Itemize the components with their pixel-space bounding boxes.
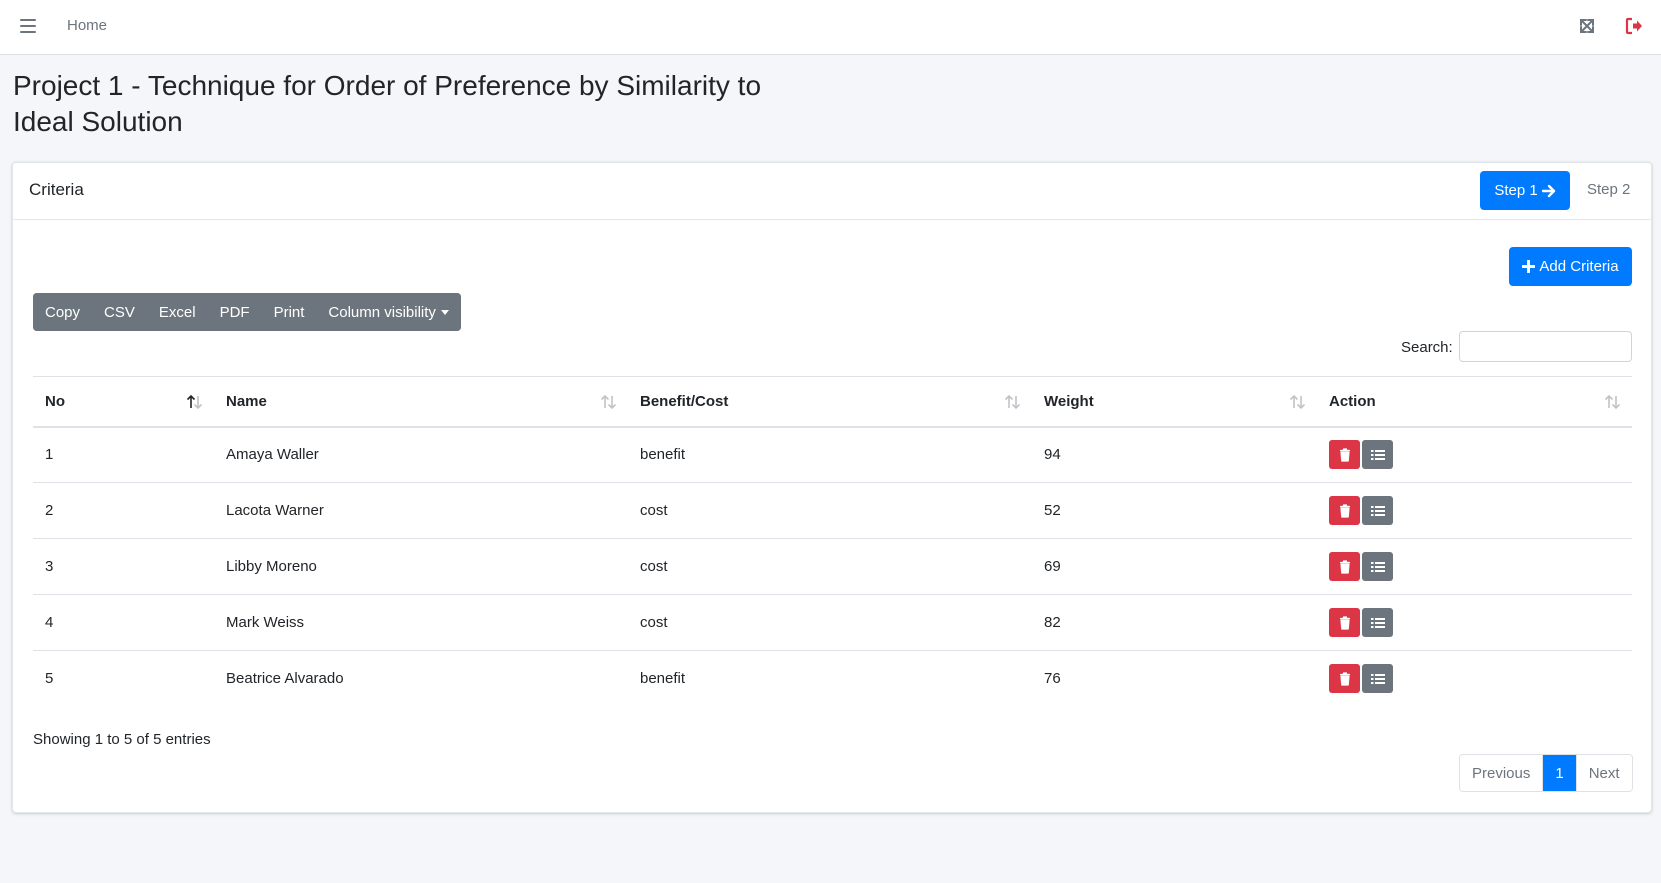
delete-button[interactable] (1329, 552, 1360, 581)
cell-no: 1 (33, 426, 214, 483)
criteria-card: Criteria Step 1 Step 2 Add Criteria Copy… (12, 162, 1652, 813)
cell-actions (1317, 651, 1632, 707)
delete-button[interactable] (1329, 664, 1360, 694)
add-criteria-label: Add Criteria (1539, 258, 1619, 275)
column-header-label: Weight (1044, 392, 1094, 410)
step2-link[interactable]: Step 2 (1587, 181, 1630, 198)
add-criteria-button[interactable]: Add Criteria (1509, 247, 1632, 286)
cell-actions (1317, 594, 1632, 651)
column-header-label: Name (226, 392, 267, 410)
column-visibility-button[interactable]: Column visibility (316, 293, 461, 331)
copy-button[interactable]: Copy (33, 293, 93, 331)
column-header-label: Action (1329, 392, 1376, 410)
cell-name: Beatrice Alvarado (226, 670, 344, 688)
table-info: Showing 1 to 5 of 5 entries (33, 731, 211, 748)
table-row: 1 Amaya Waller benefit 94 (33, 426, 1632, 483)
list-icon (1370, 617, 1385, 628)
cell-no: 4 (33, 594, 214, 651)
page-1-button[interactable]: 1 (1543, 755, 1576, 791)
detail-button[interactable] (1362, 664, 1393, 694)
sort-icon (1604, 394, 1621, 410)
search-input[interactable] (1459, 331, 1632, 362)
nav-home-link[interactable]: Home (67, 17, 107, 34)
page-title: Project 1 - Technique for Order of Prefe… (13, 70, 762, 137)
table-header-row: No Name Benefit/Cost Weight Action (33, 376, 1632, 428)
table-row: 4 Mark Weiss cost 82 (33, 594, 1632, 651)
column-header-label: No (45, 392, 65, 410)
menu-icon[interactable] (20, 19, 36, 33)
column-header-no[interactable]: No (33, 376, 214, 428)
trash-icon (1339, 503, 1350, 518)
cell-weight: 52 (1032, 482, 1317, 539)
cell-no: 2 (33, 482, 214, 539)
trash-icon (1339, 559, 1350, 574)
logout-icon[interactable] (1624, 16, 1644, 36)
cell-no: 3 (33, 538, 214, 595)
previous-page-button[interactable]: Previous (1460, 755, 1544, 791)
cell-name: Amaya Waller (214, 426, 628, 483)
pdf-button[interactable]: PDF (207, 293, 262, 331)
column-header-label: Benefit/Cost (640, 392, 729, 410)
column-header-name[interactable]: Name (214, 376, 628, 428)
cell-weight: 69 (1032, 538, 1317, 595)
search-label: Search: (1401, 339, 1453, 356)
sort-icon (1289, 394, 1306, 410)
cell-actions (1317, 426, 1632, 483)
sort-asc-icon (186, 394, 203, 410)
card-header: Criteria Step 1 Step 2 (13, 163, 1651, 220)
list-icon (1370, 561, 1385, 572)
top-navbar: Home (0, 0, 1661, 55)
list-icon (1370, 449, 1385, 460)
fullscreen-icon[interactable] (1578, 17, 1596, 35)
print-button[interactable]: Print (261, 293, 317, 331)
plus-icon (1522, 260, 1536, 273)
cell-weight: 82 (1032, 594, 1317, 651)
pagination: Previous 1 Next (1459, 754, 1633, 792)
table-row: 5 Beatrice Alvarado benefit 76 (33, 651, 1632, 707)
delete-button[interactable] (1329, 496, 1360, 525)
table-row: 3 Libby Moreno cost 69 (33, 538, 1632, 595)
csv-button[interactable]: CSV (92, 293, 147, 331)
cell-type: cost (628, 482, 1032, 539)
arrow-right-icon (1541, 184, 1555, 197)
cell-name: Libby Moreno (214, 538, 628, 595)
next-page-button[interactable]: Next (1575, 755, 1632, 791)
delete-button[interactable] (1329, 608, 1360, 637)
column-header-benefit-cost[interactable]: Benefit/Cost (628, 376, 1032, 428)
export-button-group: Copy CSV Excel PDF Print Column visibili… (33, 293, 461, 331)
excel-button[interactable]: Excel (146, 293, 208, 331)
card-title: Criteria (29, 180, 84, 199)
cell-type: cost (628, 538, 1032, 595)
column-header-action[interactable]: Action (1317, 376, 1632, 428)
cell-weight: 76 (1044, 670, 1061, 688)
cell-type: cost (628, 594, 1032, 651)
list-icon (1370, 673, 1385, 684)
cell-type: benefit (640, 670, 686, 688)
step1-label: Step 1 (1494, 182, 1538, 199)
trash-icon (1339, 672, 1350, 686)
sort-icon (600, 394, 617, 410)
column-visibility-label: Column visibility (328, 303, 436, 321)
column-header-weight[interactable]: Weight (1032, 376, 1317, 428)
trash-icon (1339, 615, 1350, 630)
detail-button[interactable] (1362, 552, 1393, 581)
sort-icon (1004, 394, 1021, 410)
delete-button[interactable] (1329, 440, 1360, 470)
caret-down-icon (440, 309, 449, 315)
trash-icon (1339, 448, 1350, 462)
list-icon (1370, 505, 1385, 516)
cell-weight: 94 (1032, 426, 1317, 483)
detail-button[interactable] (1362, 608, 1393, 637)
criteria-table: No Name Benefit/Cost Weight Action 1 Ama… (33, 376, 1632, 707)
step1-button[interactable]: Step 1 (1480, 171, 1570, 210)
detail-button[interactable] (1362, 496, 1393, 525)
detail-button[interactable] (1362, 440, 1393, 470)
cell-no: 5 (45, 670, 54, 688)
cell-name: Lacota Warner (214, 482, 628, 539)
cell-name: Mark Weiss (214, 594, 628, 651)
cell-actions (1317, 482, 1632, 539)
cell-type: benefit (628, 426, 1032, 483)
table-row: 2 Lacota Warner cost 52 (33, 482, 1632, 539)
cell-actions (1317, 538, 1632, 595)
